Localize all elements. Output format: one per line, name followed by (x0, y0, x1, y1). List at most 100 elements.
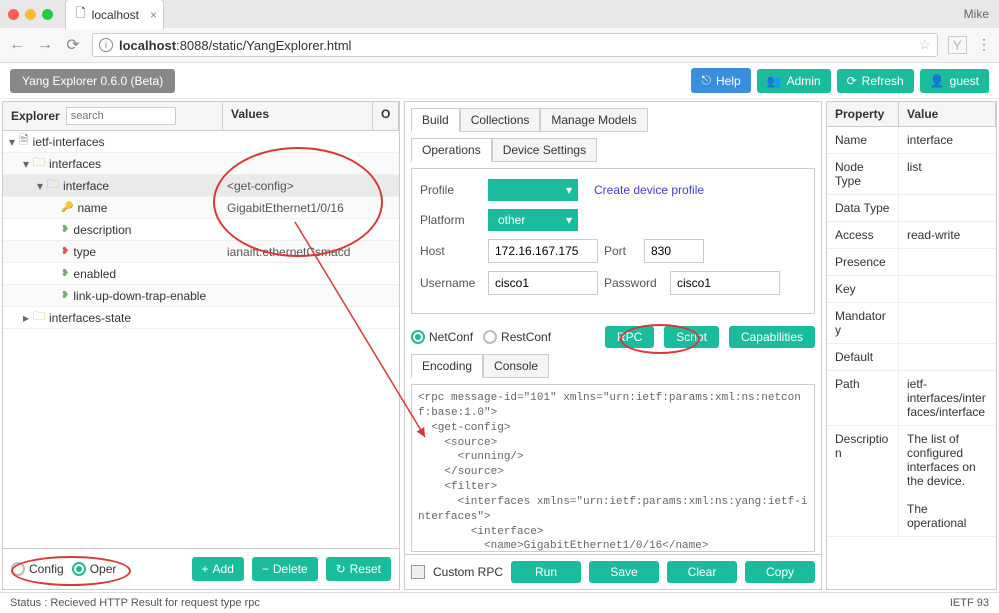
leaf-icon: ❥ (61, 290, 69, 301)
tree-row[interactable]: ❥link-up-down-trap-enable (3, 285, 399, 307)
tab-close-icon[interactable]: × (150, 8, 157, 22)
device-form: Profile Create device profile Platform o… (411, 168, 815, 314)
radio-netconf[interactable]: NetConf (411, 330, 473, 344)
reset-icon: ↻ (336, 562, 346, 576)
property-key: Mandatory (827, 303, 899, 343)
platform-dropdown[interactable]: other (488, 209, 578, 231)
back-button[interactable]: ← (8, 36, 26, 54)
radio-config[interactable]: Config (11, 562, 64, 576)
host-input[interactable] (488, 239, 598, 263)
tab-encoding[interactable]: Encoding (411, 354, 483, 378)
script-button[interactable]: Script (664, 326, 719, 348)
tree-view[interactable]: ▾🗎ietf-interfaces▾🗀interfaces▾🗀interface… (3, 131, 399, 548)
rpc-code[interactable]: <rpc message-id="101" xmlns="urn:ietf:pa… (411, 384, 815, 552)
save-button[interactable]: Save (589, 561, 659, 583)
tree-row[interactable]: ❥typeianaift:ethernetCsmacd (3, 241, 399, 263)
tree-label: interfaces-state (49, 311, 131, 325)
tree-row[interactable]: ▾🗀interfaces (3, 153, 399, 175)
radio-oper[interactable]: Oper (72, 562, 117, 576)
maximize-window-icon[interactable] (42, 9, 53, 20)
add-button[interactable]: +Add (192, 557, 244, 581)
tab-title: localhost (92, 8, 139, 22)
property-panel: Property Value NameinterfaceNode Typelis… (826, 101, 997, 590)
tab-device-settings[interactable]: Device Settings (492, 138, 597, 162)
tab-manage-models[interactable]: Manage Models (540, 108, 647, 132)
property-key: Node Type (827, 154, 899, 194)
tree-label: type (73, 245, 96, 259)
port-label: Port (604, 244, 638, 258)
info-icon[interactable]: i (99, 38, 113, 52)
property-value (899, 195, 996, 221)
close-window-icon[interactable] (8, 9, 19, 20)
tree-value (223, 294, 399, 298)
app-header: Yang Explorer 0.6.0 (Beta) ⎋Help 👥Admin … (0, 63, 999, 99)
property-body: NameinterfaceNode TypelistData TypeAcces… (827, 127, 996, 589)
property-key: Path (827, 371, 899, 425)
tree-value (223, 140, 399, 144)
bookmark-icon[interactable]: ☆ (919, 37, 931, 53)
browser-chrome: 🗋 localhost × Mike ← → ⟳ i localhost:808… (0, 0, 999, 63)
rpc-button[interactable]: RPC (605, 326, 654, 348)
tree-row[interactable]: ❥enabled (3, 263, 399, 285)
copy-button[interactable]: Copy (745, 561, 815, 583)
port-input[interactable] (644, 239, 704, 263)
app-title: Yang Explorer 0.6.0 (Beta) (10, 69, 175, 93)
username-input[interactable] (488, 271, 598, 295)
password-label: Password (604, 276, 664, 290)
search-input[interactable] (66, 107, 176, 125)
property-row: Accessread-write (827, 222, 996, 249)
refresh-button[interactable]: ⟳Refresh (837, 69, 914, 93)
tab-console[interactable]: Console (483, 354, 549, 378)
password-input[interactable] (670, 271, 780, 295)
encoding-tabs: EncodingConsole (411, 354, 815, 378)
guest-button[interactable]: 👤guest (920, 69, 989, 93)
leaf-red-icon: ❥ (61, 246, 69, 257)
run-button[interactable]: Run (511, 561, 581, 583)
profile-dropdown[interactable] (488, 179, 578, 201)
property-header: Property Value (827, 102, 996, 127)
forward-button[interactable]: → (36, 36, 54, 54)
clear-button[interactable]: Clear (667, 561, 737, 583)
tree-label: description (73, 223, 131, 237)
admin-button[interactable]: 👥Admin (757, 69, 831, 93)
tree-row[interactable]: ▾🗎ietf-interfaces (3, 131, 399, 153)
reset-button[interactable]: ↻Reset (326, 557, 391, 581)
mid-footer: Custom RPC Run Save Clear Copy (405, 554, 821, 589)
tab-collections[interactable]: Collections (460, 108, 541, 132)
url-bar[interactable]: i localhost:8088/static/YangExplorer.htm… (92, 33, 938, 57)
browser-tab[interactable]: 🗋 localhost × (65, 0, 164, 29)
property-value: interface (899, 127, 996, 153)
property-col-header: Property (827, 102, 899, 126)
create-profile-link[interactable]: Create device profile (594, 183, 704, 197)
property-key: Name (827, 127, 899, 153)
tree-row[interactable]: ▸🗀interfaces-state (3, 307, 399, 329)
capabilities-button[interactable]: Capabilities (729, 326, 815, 348)
property-value: list (899, 154, 996, 194)
property-key: Access (827, 222, 899, 248)
property-key: Default (827, 344, 899, 370)
menu-icon[interactable]: ⋮ (977, 36, 991, 54)
property-value: The list of configured interfaces on the… (899, 426, 996, 536)
tab-build[interactable]: Build (411, 108, 460, 132)
refresh-icon: ⟳ (847, 74, 857, 88)
tab-operations[interactable]: Operations (411, 138, 492, 162)
delete-button[interactable]: −Delete (252, 557, 318, 581)
minimize-window-icon[interactable] (25, 9, 36, 20)
status-text: Status : Recieved HTTP Result for reques… (10, 597, 260, 609)
tree-row[interactable]: ❥description (3, 219, 399, 241)
radio-restconf[interactable]: RestConf (483, 330, 551, 344)
reload-button[interactable]: ⟳ (64, 35, 82, 55)
tree-row[interactable]: 🔑nameGigabitEthernet1/0/16 (3, 197, 399, 219)
property-value: ietf-interfaces/interfaces/interface (899, 371, 996, 425)
property-row: Presence (827, 249, 996, 276)
main-area: Explorer Values O ▾🗎ietf-interfaces▾🗀int… (0, 99, 999, 592)
tree-row[interactable]: ▾🗀interface<get-config> (3, 175, 399, 197)
window-controls (8, 9, 53, 20)
translate-icon[interactable]: Y (948, 36, 967, 54)
user-icon: 👤 (930, 74, 945, 88)
help-button[interactable]: ⎋Help (691, 68, 750, 93)
top-tabs: BuildCollectionsManage Models (411, 108, 815, 132)
leaf-icon: ❥ (61, 268, 69, 279)
property-row: Pathietf-interfaces/interfaces/interface (827, 371, 996, 426)
custom-rpc-checkbox[interactable] (411, 565, 425, 579)
